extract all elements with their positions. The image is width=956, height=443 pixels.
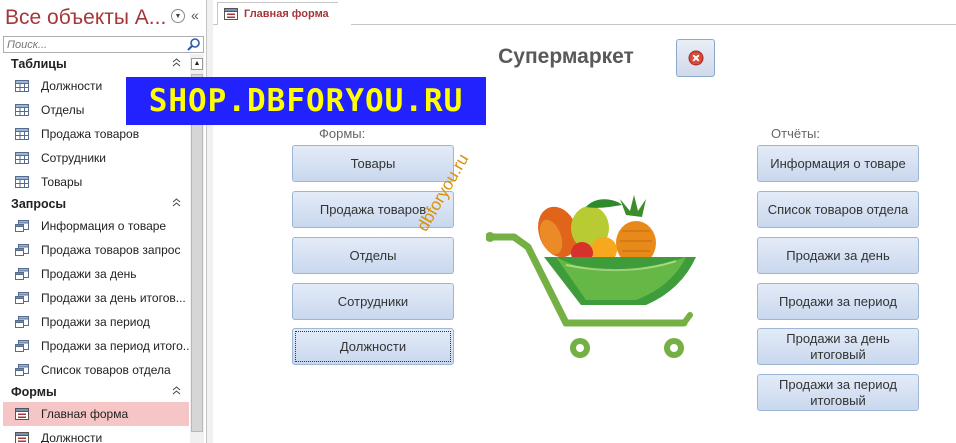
nav-item-label: Продажи за период <box>41 315 150 329</box>
search-input[interactable] <box>4 37 190 52</box>
nav-item-label: Список товаров отдела <box>41 363 171 377</box>
search-icon[interactable] <box>187 38 201 51</box>
report-button[interactable]: Продажи за день итоговый <box>757 328 919 365</box>
nav-item[interactable]: Список товаров отдела <box>3 358 189 382</box>
search-box <box>3 36 204 53</box>
nav-item[interactable]: Продажа товаров запрос <box>3 238 189 262</box>
collapse-pane-icon[interactable]: « <box>191 7 199 23</box>
nav-item[interactable]: Главная форма <box>3 402 189 426</box>
nav-item-label: Продажи за день <box>41 267 137 281</box>
table-icon <box>15 80 29 92</box>
nav-item-label: Информация о товаре <box>41 219 167 233</box>
nav-item-label: Должности <box>41 431 103 443</box>
nav-item[interactable]: Продажи за день <box>3 262 189 286</box>
chevron-up-icon[interactable] <box>172 58 181 70</box>
nav-item-label: Продажа товаров <box>41 127 140 141</box>
report-button[interactable]: Продажи за день <box>757 237 919 274</box>
report-button[interactable]: Продажи за период итоговый <box>757 374 919 411</box>
nav-group-label: Формы <box>11 385 57 399</box>
report-button[interactable]: Продажи за период <box>757 283 919 320</box>
query-icon <box>15 220 29 232</box>
table-icon <box>15 176 29 188</box>
reports-section-label: Отчёты: <box>771 126 820 141</box>
report-button[interactable]: Список товаров отдела <box>757 191 919 228</box>
nav-pane-title[interactable]: Все объекты A... <box>5 6 166 30</box>
close-icon <box>688 50 703 66</box>
table-icon <box>15 152 29 164</box>
nav-item[interactable]: Товары <box>3 170 189 194</box>
close-form-button[interactable] <box>676 39 715 77</box>
table-icon <box>15 128 29 140</box>
nav-group-tables[interactable]: Таблицы <box>3 54 189 74</box>
scrollbar-thumb[interactable] <box>191 74 203 432</box>
form-icon <box>15 408 29 420</box>
nav-menu-chevron-icon[interactable]: ▼ <box>171 9 185 23</box>
chevron-up-icon[interactable] <box>172 198 181 210</box>
nav-item-label: Отделы <box>41 103 85 117</box>
query-icon <box>15 364 29 376</box>
form-icon <box>224 8 238 20</box>
nav-item[interactable]: Должности <box>3 426 189 443</box>
nav-item-label: Продажи за день итогов... <box>41 291 186 305</box>
nav-item[interactable]: Продажи за день итогов... <box>3 286 189 310</box>
forms-section-label: Формы: <box>319 126 366 141</box>
query-icon <box>15 244 29 256</box>
nav-item-label: Главная форма <box>41 407 129 421</box>
navigation-pane: Все объекты A... ▼ « Таблицы Должности Отд… <box>0 0 207 443</box>
chevron-up-icon[interactable] <box>172 386 181 398</box>
nav-group-label: Запросы <box>11 197 67 211</box>
main-form: Супермаркет SHOP.DBFORYOU.RU Формы: Отчё… <box>126 25 956 443</box>
form-icon <box>15 432 29 443</box>
table-icon <box>15 104 29 116</box>
form-button[interactable]: Сотрудники <box>292 283 454 320</box>
nav-group-forms[interactable]: Формы <box>3 382 189 402</box>
tab-label: Главная форма <box>244 8 329 20</box>
query-icon <box>15 316 29 328</box>
nav-item-label: Сотрудники <box>41 151 106 165</box>
nav-group-label: Таблицы <box>11 57 67 71</box>
site-banner: SHOP.DBFORYOU.RU <box>126 77 486 125</box>
nav-item[interactable]: Информация о товаре <box>3 214 189 238</box>
nav-group-queries[interactable]: Запросы <box>3 194 189 214</box>
query-icon <box>15 292 29 304</box>
query-icon <box>15 268 29 280</box>
report-button[interactable]: Информация о товаре <box>757 145 919 182</box>
nav-item-label: Продажа товаров запрос <box>41 243 181 257</box>
nav-item-label: Должности <box>41 79 103 93</box>
scroll-up-icon[interactable]: ▲ <box>191 58 203 70</box>
query-icon <box>15 340 29 352</box>
form-button[interactable]: Отделы <box>292 237 454 274</box>
form-button[interactable]: Товары <box>292 145 454 182</box>
tab-main-form[interactable]: Главная форма <box>217 2 352 25</box>
nav-item[interactable]: Сотрудники <box>3 146 189 170</box>
form-button[interactable]: Должности <box>292 328 454 365</box>
form-title: Супермаркет <box>498 45 634 68</box>
shopping-cart-logo <box>486 195 696 358</box>
nav-item-label: Товары <box>41 175 83 189</box>
nav-item[interactable]: Продажи за период <box>3 310 189 334</box>
nav-item[interactable]: Продажа товаров <box>3 122 189 146</box>
document-tab-bar: Главная форма <box>213 0 956 25</box>
nav-item-label: Продажи за период итого... <box>41 339 189 353</box>
nav-item[interactable]: Продажи за период итого... <box>3 334 189 358</box>
